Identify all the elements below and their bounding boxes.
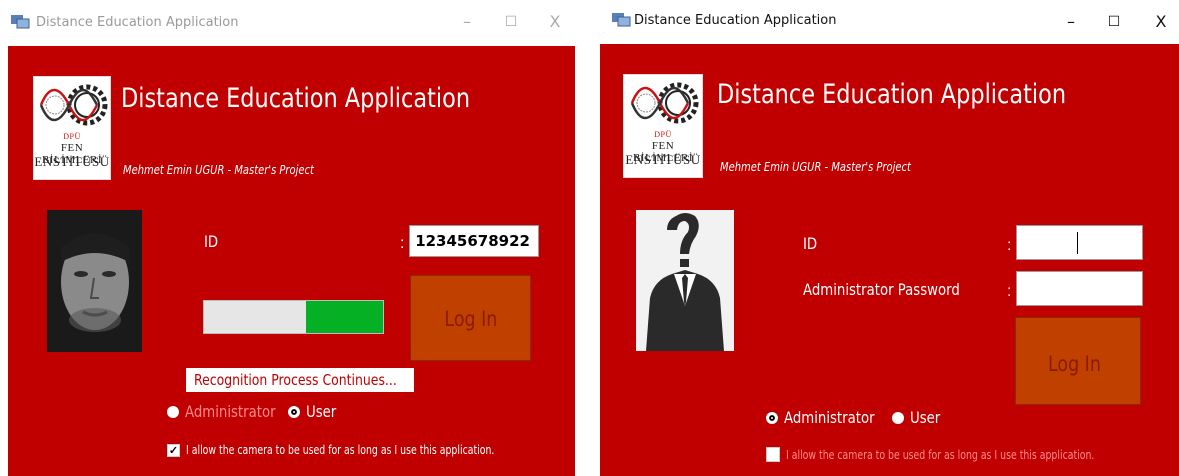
minimize-button[interactable]: – xyxy=(1056,10,1086,34)
radio-administrator-label: Administrator xyxy=(784,408,875,427)
radio-administrator-dot[interactable] xyxy=(766,411,778,424)
radio-user[interactable]: User xyxy=(288,402,342,421)
title-bar[interactable]: Distance Education Application – ☐ X xyxy=(0,0,584,44)
page-title: Distance Education Application xyxy=(121,83,471,114)
right-window: Distance Education Application – ☐ X DPÜ… xyxy=(596,0,1179,476)
minimize-button[interactable]: – xyxy=(452,10,482,34)
login-button[interactable]: Log In xyxy=(1015,317,1141,405)
password-colon: : xyxy=(1007,283,1012,300)
dna-gear-logo-icon xyxy=(39,84,108,126)
radio-user-dot[interactable] xyxy=(892,411,904,424)
radio-administrator[interactable]: Administrator xyxy=(167,402,294,421)
status-text: Recognition Process Continues... xyxy=(194,371,397,389)
radio-administrator-label: Administrator xyxy=(185,402,276,421)
text-cursor xyxy=(1077,232,1078,254)
page-subtitle: Mehmet Emin UGUR - Master's Project xyxy=(720,160,911,174)
anonymous-person-icon xyxy=(636,210,734,351)
progress-fill xyxy=(306,301,383,333)
password-label: Administrator Password xyxy=(803,280,960,299)
camera-consent-checkbox[interactable] xyxy=(766,447,780,462)
close-button[interactable]: X xyxy=(1146,10,1176,34)
logo-line-3: ENSTİTÜSÜ xyxy=(625,152,701,167)
institute-logo: DPÜ FEN BİLİMLERİ ENSTİTÜSÜ xyxy=(33,76,111,180)
radio-administrator[interactable]: Administrator xyxy=(766,408,893,427)
camera-consent-checkbox[interactable]: ✓ xyxy=(167,444,180,457)
maximize-button[interactable]: ☐ xyxy=(496,10,526,34)
maximize-button[interactable]: ☐ xyxy=(1099,10,1129,34)
left-window: Distance Education Application – ☐ X DPÜ… xyxy=(0,0,584,476)
radio-user[interactable]: User xyxy=(892,408,946,427)
radio-user-dot[interactable] xyxy=(288,405,300,418)
close-button[interactable]: X xyxy=(540,10,570,34)
logo-line-3: ENSTİTÜSÜ xyxy=(34,154,110,169)
title-bar[interactable]: Distance Education Application – ☐ X xyxy=(596,0,1179,44)
radio-user-label: User xyxy=(910,408,941,427)
window-title: Distance Education Application xyxy=(36,15,239,30)
form-body: DPÜ FEN BİLİMLERİ ENSTİTÜSÜ Distance Edu… xyxy=(600,44,1179,476)
window-title: Distance Education Application xyxy=(634,13,837,28)
id-label: ID xyxy=(803,234,818,253)
login-button-label: Log In xyxy=(444,307,497,331)
id-colon: : xyxy=(1007,237,1012,254)
page-subtitle: Mehmet Emin UGUR - Master's Project xyxy=(123,163,314,177)
radio-administrator-dot[interactable] xyxy=(167,405,179,418)
camera-consent-label: I allow the camera to be used for as lon… xyxy=(786,448,1095,462)
login-button-label: Log In xyxy=(1048,352,1101,376)
face-photo-icon xyxy=(47,210,142,352)
anonymous-person-photo xyxy=(636,210,734,351)
login-button[interactable]: Log In xyxy=(410,275,531,361)
dna-gear-logo-icon xyxy=(630,82,699,124)
form-body: DPÜ FEN BİLİMLERİ ENSTİTÜSÜ Distance Edu… xyxy=(8,46,575,476)
id-label: ID xyxy=(204,232,219,251)
id-field[interactable] xyxy=(1016,225,1143,260)
recognition-progress-bar xyxy=(203,300,384,334)
camera-consent-label: I allow the camera to be used for as lon… xyxy=(186,443,495,457)
institute-logo: DPÜ FEN BİLİMLERİ ENSTİTÜSÜ xyxy=(623,74,703,178)
id-colon: : xyxy=(400,235,405,252)
camera-face-photo xyxy=(47,210,142,352)
page-title: Distance Education Application xyxy=(717,79,1067,110)
password-field[interactable] xyxy=(1016,271,1143,306)
status-message: Recognition Process Continues... xyxy=(186,368,414,392)
app-icon xyxy=(612,13,631,27)
app-icon xyxy=(11,15,30,29)
id-field[interactable]: 12345678922 xyxy=(409,225,539,257)
radio-user-label: User xyxy=(306,402,337,421)
